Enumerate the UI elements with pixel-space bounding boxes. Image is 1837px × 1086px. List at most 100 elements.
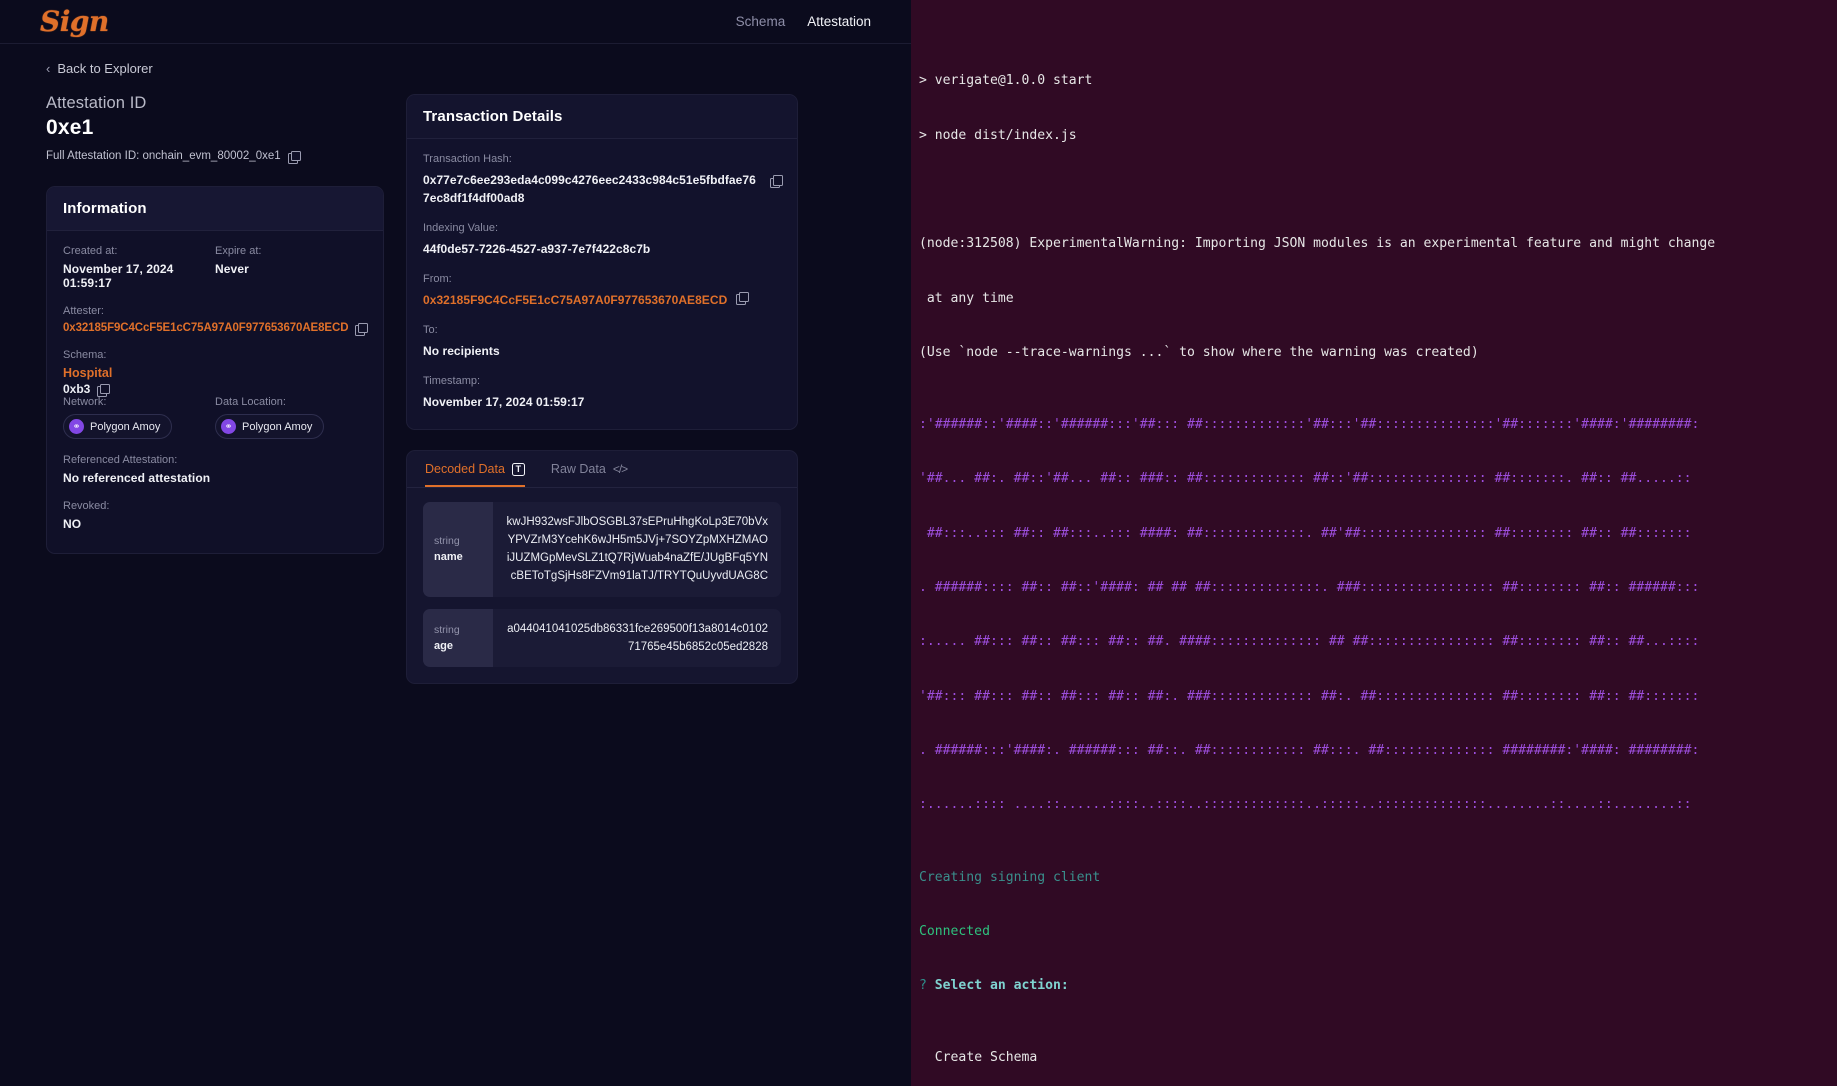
from-label: From: — [423, 273, 452, 285]
ascii-banner-line: '##... ##:. ##::'##... ##:: ###:: ##::::… — [919, 471, 1692, 487]
terminal-line: > node dist/index.js — [919, 127, 1077, 143]
revoked-label: Revoked: — [63, 500, 110, 512]
sign-logo[interactable]: Sign — [22, 7, 109, 36]
indexing-value-value: 44f0de57-7226-4527-a937-7e7f422c8c7b — [423, 242, 651, 256]
prompt-marker: ? — [919, 978, 927, 994]
schema-id-row: 0xb3 — [63, 382, 367, 397]
schema-field: Schema: Hospital 0xb3 — [63, 349, 367, 397]
terminal-status-connected: Connected — [919, 923, 990, 939]
timestamp-value: November 17, 2024 01:59:17 — [423, 395, 585, 409]
schema-name[interactable]: Hospital — [63, 366, 367, 380]
terminal-line: (Use `node --trace-warnings ...` to show… — [919, 344, 1479, 360]
attester-address[interactable]: 0x32185F9C4CcF5E1cC75A97A0F977653670AE8E… — [63, 322, 349, 334]
data-location-value: Polygon Amoy — [242, 420, 313, 433]
decoded-rows: string name kwJH932wsFJlbOSGBL37sEPruHhg… — [407, 488, 797, 683]
main-nav: Schema Attestation — [736, 14, 889, 29]
screen: Sign Schema Attestation ‹ Back to Explor… — [0, 0, 1837, 1086]
chevron-left-icon: ‹ — [46, 61, 51, 76]
attestation-id-value: 0xe1 — [46, 116, 94, 139]
copy-icon[interactable] — [287, 150, 301, 164]
created-at-field: Created at: November 17, 2024 01:59:17 — [63, 245, 215, 290]
indexing-value-field: Indexing Value: 44f0de57-7226-4527-a937-… — [423, 222, 781, 258]
decoded-data-card: Decoded Data T Raw Data </> string name … — [406, 450, 798, 684]
decoded-row-value: a044041041025db86331fce269500f13a8014c01… — [507, 622, 768, 653]
back-to-explorer-link[interactable]: ‹ Back to Explorer — [46, 61, 153, 76]
referenced-attestation-field: Referenced Attestation: No referenced at… — [63, 454, 367, 485]
code-icon: </> — [612, 462, 628, 476]
data-location-label: Data Location: — [215, 396, 286, 408]
full-attestation-id: Full Attestation ID: onchain_evm_80002_0… — [46, 150, 384, 164]
content-area: Attestation ID 0xe1 Full Attestation ID:… — [0, 76, 911, 684]
schema-label: Schema: — [63, 349, 107, 361]
ascii-banner-line: . ######:::: ##:: ##::'####: ## ## ##:::… — [919, 580, 1700, 595]
text-icon: T — [511, 462, 525, 476]
from-row: 0x32185F9C4CcF5E1cC75A97A0F977653670AE8E… — [423, 285, 781, 309]
information-title: Information — [63, 200, 147, 217]
network-field: Network: ⚭ Polygon Amoy — [63, 396, 215, 439]
terminal-line: > verigate@1.0.0 start — [919, 73, 1093, 89]
copy-icon[interactable] — [736, 291, 750, 305]
decoded-row-type: string — [434, 535, 460, 548]
copy-icon[interactable] — [770, 175, 783, 188]
tab-raw-data-label: Raw Data — [550, 462, 606, 476]
tab-decoded-data-label: Decoded Data — [425, 462, 505, 476]
expire-at-label: Expire at: — [215, 245, 262, 257]
network-label: Network: — [63, 396, 107, 408]
page-title: Attestation ID — [46, 94, 147, 112]
decoded-row-meta: string name — [423, 502, 493, 597]
tab-raw-data[interactable]: Raw Data </> — [550, 462, 628, 487]
ascii-banner-line: '##::: ##::: ##:: ##::: ##:: ##:. ###:::… — [919, 688, 1700, 704]
decoded-row-type: string — [434, 623, 460, 636]
timestamp-field: Timestamp: November 17, 2024 01:59:17 — [423, 375, 781, 411]
ascii-banner-line: ##:::..::: ##:: ##:::..::: ####: ##:::::… — [919, 525, 1692, 541]
from-field: From: 0x32185F9C4CcF5E1cC75A97A0F9776536… — [423, 273, 781, 309]
attester-field: Attester: 0x32185F9C4CcF5E1cC75A97A0F977… — [63, 305, 369, 336]
right-column: Transaction Details Transaction Hash: 0x… — [406, 94, 798, 684]
attester-label: Attester: — [63, 305, 104, 317]
indexing-value-label: Indexing Value: — [423, 222, 499, 234]
data-location-field: Data Location: ⚭ Polygon Amoy — [215, 396, 367, 439]
terminal-panel[interactable]: > verigate@1.0.0 start > node dist/index… — [911, 0, 1837, 1086]
referenced-attestation-value: No referenced attestation — [63, 471, 211, 485]
terminal-prompt-row: ? Select an action: — [919, 977, 1827, 995]
expire-at-value: Never — [215, 262, 249, 276]
transaction-details-body: Transaction Hash: 0x77e7c6ee293eda4c099c… — [407, 139, 797, 429]
decoded-row-value: kwJH932wsFJlbOSGBL37sEPruHhgKoLp3E70bVxY… — [506, 516, 768, 583]
revoked-value: NO — [63, 517, 82, 531]
revoked-field: Revoked: NO — [63, 500, 367, 531]
ascii-banner-line: . ######:::'####:. ######::: ##::. ##:::… — [919, 742, 1700, 758]
polygon-icon: ⚭ — [69, 419, 84, 434]
from-address[interactable]: 0x32185F9C4CcF5E1cC75A97A0F977653670AE8E… — [423, 291, 727, 309]
created-at-label: Created at: — [63, 245, 118, 257]
polygon-icon: ⚭ — [221, 419, 236, 434]
transaction-details-header: Transaction Details — [407, 95, 797, 139]
decoded-row-meta: string age — [423, 608, 493, 667]
information-card-header: Information — [47, 187, 383, 231]
terminal-line: (node:312508) ExperimentalWarning: Impor… — [919, 236, 1716, 252]
network-location-row: Network: ⚭ Polygon Amoy Data Location: ⚭ — [63, 396, 367, 439]
copy-icon[interactable] — [97, 383, 111, 397]
transaction-details-title: Transaction Details — [423, 108, 563, 125]
nav-link-attestation[interactable]: Attestation — [807, 14, 871, 29]
tab-decoded-data[interactable]: Decoded Data T — [425, 462, 525, 487]
schema-id-value: 0xb3 — [63, 382, 91, 396]
expire-at-field: Expire at: Never — [215, 245, 367, 290]
network-value: Polygon Amoy — [90, 420, 161, 433]
left-column: Attestation ID 0xe1 Full Attestation ID:… — [46, 94, 384, 684]
attester-value-row: 0x32185F9C4CcF5E1cC75A97A0F977653670AE8E… — [63, 322, 369, 336]
nav-link-schema[interactable]: Schema — [736, 14, 786, 29]
timestamp-label: Timestamp: — [423, 375, 481, 387]
ascii-banner-line: :......:::: ....::......::::..::::..::::… — [919, 797, 1692, 813]
decoded-row: string age a044041041025db86331fce269500… — [423, 608, 781, 667]
information-card: Information Created at: November 17, 202… — [46, 186, 384, 554]
created-expire-row: Created at: November 17, 2024 01:59:17 E… — [63, 245, 367, 290]
referenced-attestation-label: Referenced Attestation: — [63, 454, 178, 466]
back-link-label: Back to Explorer — [57, 61, 153, 76]
information-card-body: Created at: November 17, 2024 01:59:17 E… — [47, 231, 383, 553]
network-chip: ⚭ Polygon Amoy — [63, 414, 173, 439]
to-label: To: — [423, 324, 438, 336]
copy-icon[interactable] — [355, 322, 369, 336]
terminal-line: at any time — [919, 290, 1014, 306]
menu-item[interactable]: Create Schema — [919, 1049, 1827, 1067]
